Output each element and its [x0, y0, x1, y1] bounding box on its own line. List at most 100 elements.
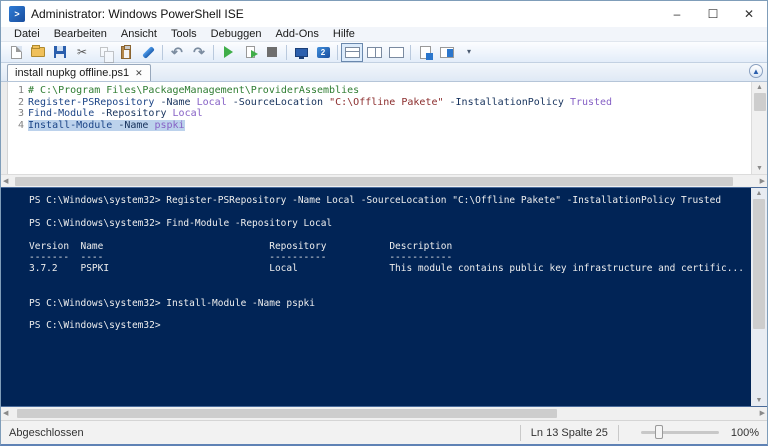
run-selection-icon: [245, 46, 258, 58]
tab-close-icon[interactable]: ✕: [135, 68, 143, 78]
code-token: # C:\Program Files\PackageManagement\Pro…: [28, 85, 360, 96]
title-bar: > Administrator: Windows PowerShell ISE …: [1, 1, 767, 27]
scroll-right-icon[interactable]: ▶: [758, 176, 767, 187]
console-vertical-scrollbar[interactable]: ▲ ▼: [751, 188, 767, 406]
save-icon: [54, 46, 66, 58]
cut-button[interactable]: ✂: [71, 43, 93, 62]
show-command-pane-button[interactable]: [436, 43, 458, 62]
code-token: -Repository: [100, 108, 167, 119]
code-line[interactable]: Install-Module -Name pspki: [28, 119, 751, 132]
powershell-ise-icon: >: [9, 6, 25, 22]
toolbar: ✂ ↶ ↷ 2 ▾: [1, 42, 767, 63]
menu-item-add-ons[interactable]: Add-Ons: [268, 28, 325, 40]
code-line[interactable]: Find-Module -Repository Local: [28, 108, 751, 120]
scroll-down-icon[interactable]: ▼: [754, 395, 765, 406]
menu-bar: Datei Bearbeiten Ansicht Tools Debuggen Add-O…: [1, 27, 767, 42]
editor-hscroll-thumb[interactable]: [15, 177, 733, 186]
collapse-script-pane-button[interactable]: ▲: [749, 64, 763, 78]
console-pane: PS C:\Windows\system32> Register-PSRepos…: [1, 187, 767, 407]
menu-item-datei[interactable]: Datei: [7, 28, 47, 40]
console-hscroll-thumb[interactable]: [17, 409, 557, 418]
cut-icon: ✂: [76, 45, 88, 59]
console-horizontal-scrollbar[interactable]: ◀ ▶: [1, 407, 767, 420]
menu-item-debuggen[interactable]: Debuggen: [204, 28, 269, 40]
run-script-button[interactable]: [217, 43, 239, 62]
code-token: Trusted: [569, 96, 613, 108]
menu-item-tools[interactable]: Tools: [164, 28, 204, 40]
undo-button[interactable]: ↶: [166, 43, 188, 62]
editor-vertical-scrollbar[interactable]: ▲ ▼: [751, 82, 767, 174]
script-tab[interactable]: install nupkg offline.ps1 ✕: [7, 64, 151, 81]
command-pane-badge-icon: [440, 46, 454, 58]
show-script-pane-button[interactable]: [414, 43, 436, 62]
copy-button[interactable]: [93, 43, 115, 63]
paste-button[interactable]: [115, 43, 137, 62]
line-numbers: 1234: [8, 85, 28, 174]
code-line[interactable]: Register-PSRepository -Name Local -Sourc…: [28, 97, 751, 109]
close-button[interactable]: ✕: [731, 1, 767, 27]
layout-split-right-icon: [366, 46, 382, 58]
clear-console-button[interactable]: [137, 43, 159, 62]
undo-icon: ↶: [171, 44, 183, 60]
menu-item-hilfe[interactable]: Hilfe: [326, 28, 362, 40]
powershell-console-icon: 2: [316, 46, 330, 58]
scroll-up-icon[interactable]: ▲: [754, 82, 765, 93]
code-token: -Name: [118, 119, 149, 131]
stop-icon: [267, 47, 277, 57]
new-remote-tab-button[interactable]: [290, 43, 312, 62]
new-script-button[interactable]: [5, 43, 27, 62]
editor-horizontal-scrollbar[interactable]: ◀ ▶: [1, 174, 767, 187]
console-output[interactable]: PS C:\Windows\system32> Register-PSRepos…: [1, 188, 751, 406]
open-script-button[interactable]: [27, 43, 49, 62]
scroll-up-icon[interactable]: ▲: [754, 188, 765, 199]
editor-vscroll-thumb[interactable]: [753, 93, 766, 111]
zoom-level: 100%: [730, 426, 759, 439]
toolbar-overflow-button[interactable]: ▾: [458, 43, 480, 62]
menu-item-ansicht[interactable]: Ansicht: [114, 28, 164, 40]
window-title: Administrator: Windows PowerShell ISE: [31, 7, 244, 21]
maximize-button[interactable]: ☐: [695, 1, 731, 27]
console-vscroll-thumb[interactable]: [753, 199, 765, 329]
code-token: Register-PSRepository: [28, 96, 155, 108]
layout-maximized-icon: [388, 46, 404, 58]
script-pane-badge-icon: [419, 45, 433, 60]
scroll-down-icon[interactable]: ▼: [754, 163, 765, 174]
eraser-icon: [141, 45, 155, 59]
code-token: Find-Module: [28, 108, 95, 119]
zoom-slider-thumb[interactable]: [654, 425, 663, 439]
minimize-button[interactable]: –: [659, 1, 695, 27]
paste-icon: [121, 44, 131, 59]
status-text: Abgeschlossen: [9, 426, 84, 439]
status-bar: Abgeschlossen Ln 13 Spalte 25 100%: [1, 420, 767, 444]
zoom-slider[interactable]: [640, 425, 719, 439]
scroll-right-icon[interactable]: ▶: [758, 408, 767, 419]
save-button[interactable]: [49, 43, 71, 62]
toolbar-separator: [337, 44, 338, 60]
cursor-position: Ln 13 Spalte 25: [530, 426, 608, 439]
start-powershell-button[interactable]: 2: [312, 43, 334, 62]
window-controls: – ☐ ✕: [659, 1, 767, 27]
code-token: -Name: [160, 96, 191, 108]
redo-button[interactable]: ↷: [188, 43, 210, 62]
code-area[interactable]: # C:\Program Files\PackageManagement\Pro…: [28, 85, 751, 174]
code-line[interactable]: # C:\Program Files\PackageManagement\Pro…: [28, 85, 751, 97]
status-separator: [617, 424, 619, 441]
code-token: Local: [196, 96, 227, 108]
code-token: Install-Module: [28, 119, 113, 131]
code-token: -InstallationPolicy: [449, 96, 564, 108]
redo-icon: ↷: [193, 44, 205, 60]
script-pane-maximized-button[interactable]: [385, 43, 407, 62]
stop-operation-button[interactable]: [261, 43, 283, 62]
scroll-left-icon[interactable]: ◀: [1, 176, 10, 187]
script-pane-right-button[interactable]: [363, 43, 385, 62]
toolbar-separator: [162, 44, 163, 60]
toolbar-separator: [213, 44, 214, 60]
status-separator: [519, 424, 521, 441]
open-folder-icon: [31, 45, 45, 57]
scroll-left-icon[interactable]: ◀: [1, 408, 10, 419]
run-icon: [223, 46, 233, 58]
run-selection-button[interactable]: [239, 43, 261, 62]
script-editor[interactable]: 1234 # C:\Program Files\PackageManagemen…: [8, 82, 751, 174]
script-pane-top-button[interactable]: [341, 42, 363, 62]
menu-item-bearbeiten[interactable]: Bearbeiten: [47, 28, 114, 40]
